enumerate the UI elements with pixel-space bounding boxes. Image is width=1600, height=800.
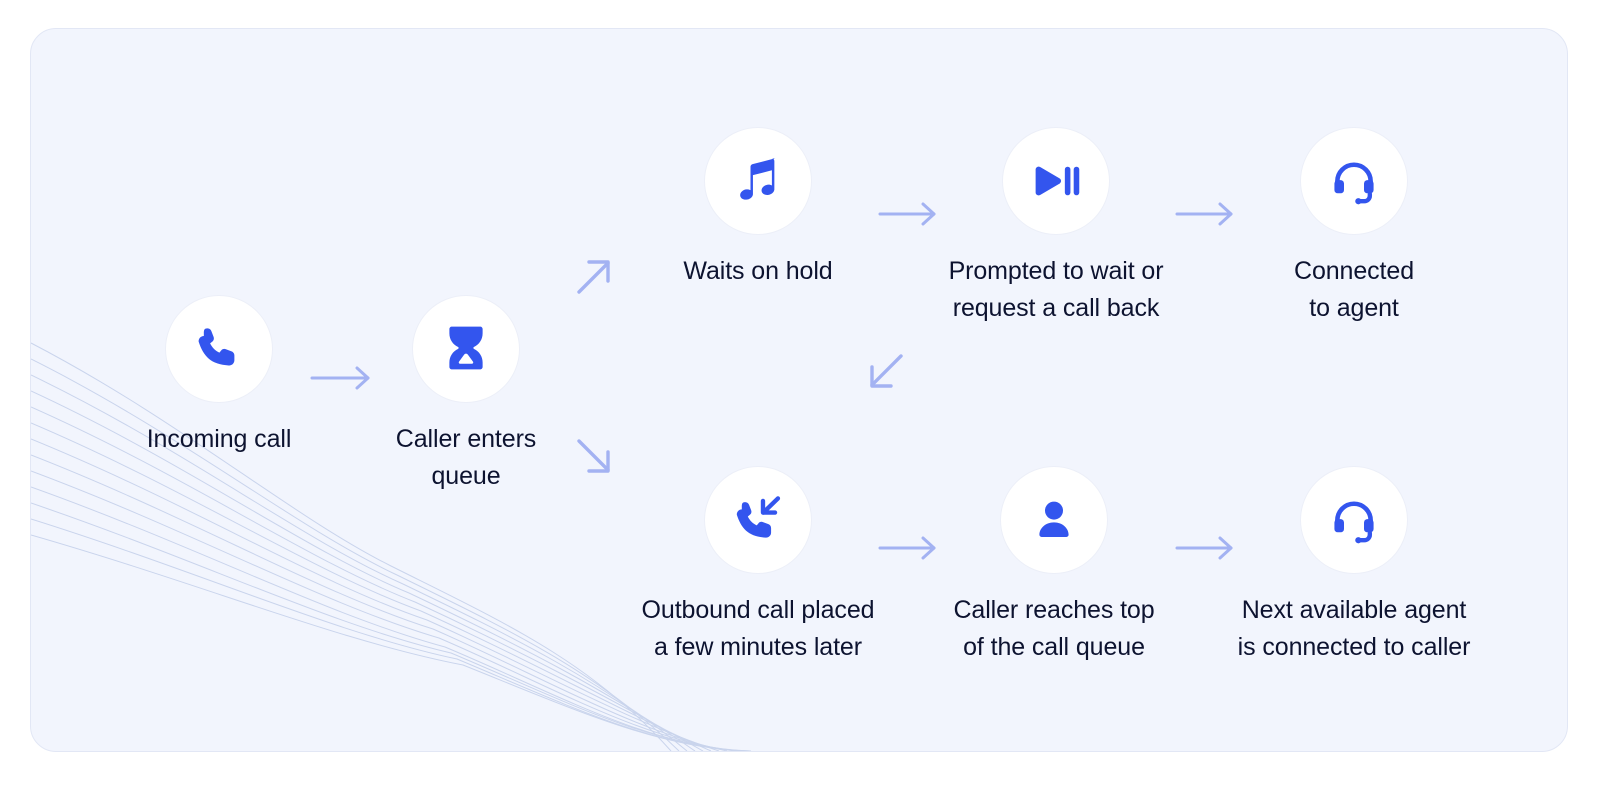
node-next-available-agent: Next available agent is connected to cal… (1209, 466, 1499, 666)
phone-icon (193, 323, 245, 375)
phone-incoming-icon (731, 493, 785, 547)
node-caller-reaches-top: Caller reaches top of the call queue (919, 466, 1189, 666)
node-caller-enters-queue: Caller enters queue (382, 295, 550, 495)
diagram-card: Incoming call Caller enters queue Waits … (30, 28, 1568, 752)
node-label: Connected to agent (1293, 257, 1415, 322)
music-note-icon (735, 156, 781, 206)
icon-circle (1000, 466, 1108, 574)
node-connected-to-agent: Connected to agent (1234, 127, 1474, 327)
node-waits-on-hold: Waits on hold (644, 127, 872, 290)
play-pause-icon (1031, 161, 1081, 201)
icon-circle (165, 295, 273, 403)
icon-circle (704, 466, 812, 574)
arrow-queue-to-outbound (577, 439, 610, 473)
headset-icon (1329, 495, 1379, 545)
node-label: Waits on hold (683, 257, 833, 285)
arrow-incoming-to-queue (310, 366, 370, 390)
screenshot-root: Incoming call Caller enters queue Waits … (0, 0, 1600, 800)
hourglass-icon (441, 322, 491, 376)
node-label: Outbound call placed a few minutes later (641, 596, 875, 661)
node-incoming-call: Incoming call (135, 295, 303, 458)
node-outbound-call-placed: Outbound call placed a few minutes later (613, 466, 903, 666)
icon-circle (1002, 127, 1110, 235)
headset-icon (1329, 156, 1379, 206)
arrow-queue-to-hold (577, 260, 610, 294)
icon-circle (704, 127, 812, 235)
arrow-prompted-to-outbound (870, 354, 903, 388)
person-icon (1030, 496, 1078, 544)
icon-circle (1300, 127, 1408, 235)
icon-circle (1300, 466, 1408, 574)
node-label: Prompted to wait or request a call back (948, 257, 1164, 322)
node-label: Caller enters queue (395, 425, 537, 490)
node-label: Next available agent is connected to cal… (1237, 596, 1471, 661)
node-prompted-to-wait: Prompted to wait or request a call back (911, 127, 1201, 327)
node-label: Caller reaches top of the call queue (953, 596, 1155, 661)
node-label: Incoming call (146, 425, 292, 453)
icon-circle (412, 295, 520, 403)
